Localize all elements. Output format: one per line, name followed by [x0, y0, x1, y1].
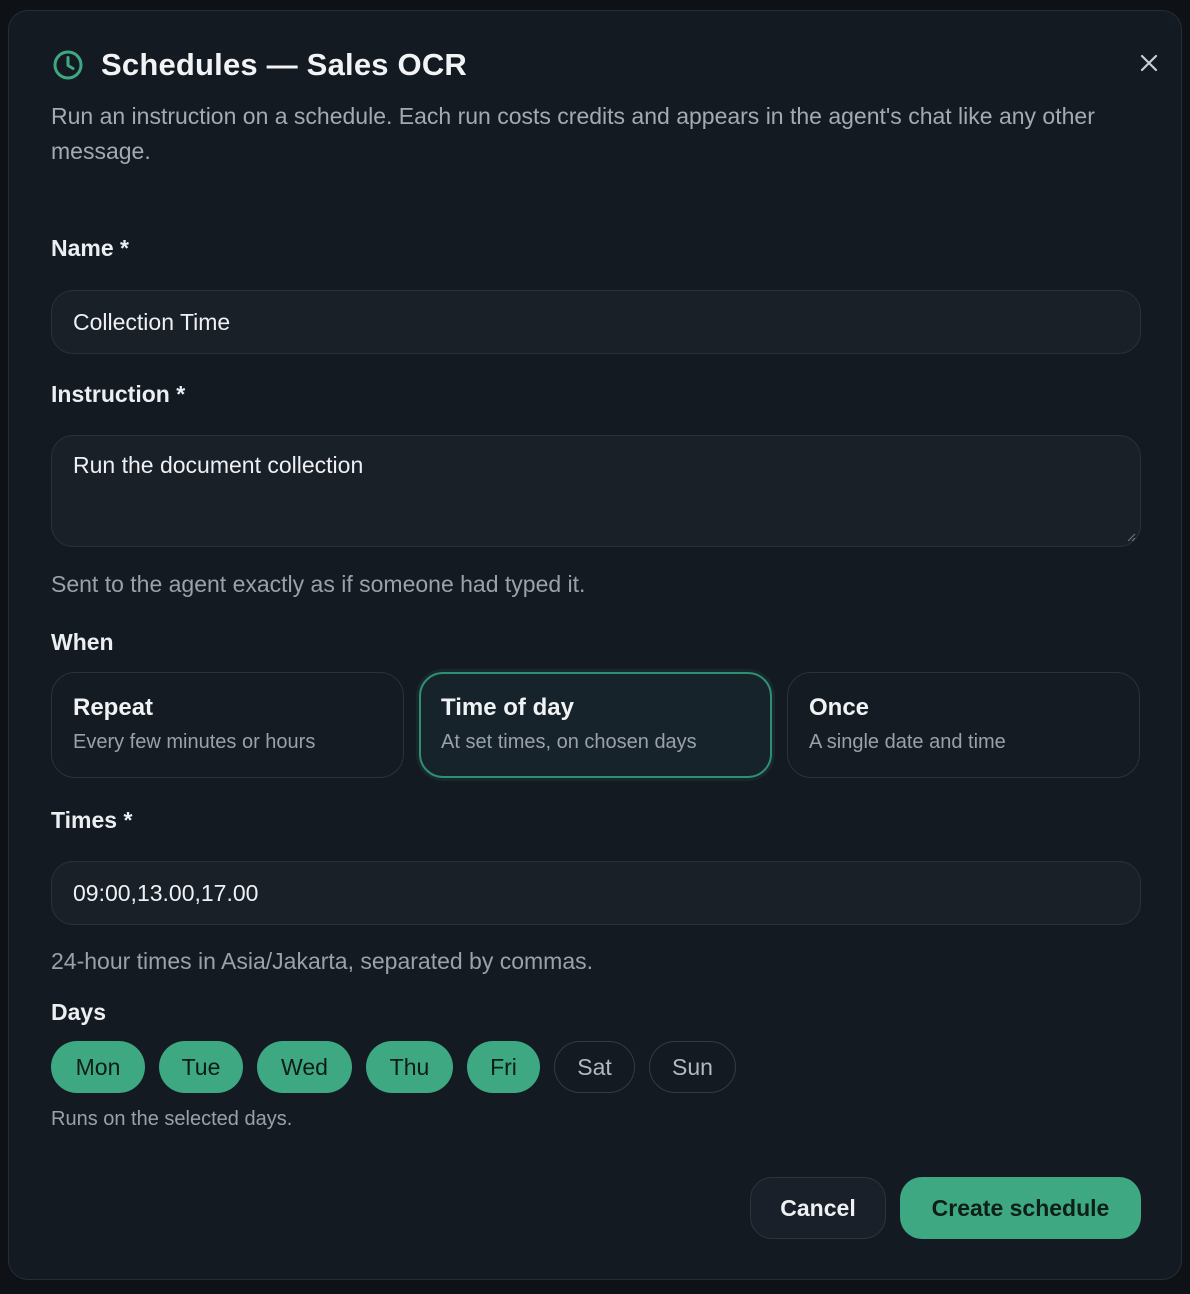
instruction-value: Run the document collection	[73, 452, 364, 478]
times-field[interactable]: 09:00,13.00,17.00	[51, 861, 1141, 925]
instruction-help: Sent to the agent exactly as if someone …	[51, 571, 586, 597]
mode-option-once[interactable]: Once A single date and time	[787, 672, 1140, 778]
instruction-label: Instruction *	[51, 381, 186, 407]
day-chip-sat[interactable]: Sat	[554, 1041, 635, 1093]
day-chip-wed[interactable]: Wed	[257, 1041, 352, 1093]
day-chip-thu[interactable]: Thu	[366, 1041, 453, 1093]
instruction-textarea[interactable]: Run the document collection	[51, 435, 1141, 547]
schedule-dialog: Schedules — Sales OCR Run an instruction…	[8, 10, 1182, 1280]
times-help: 24-hour times in Asia/Jakarta, separated…	[51, 948, 594, 974]
dialog-description: Run an instruction on a schedule. Each r…	[51, 103, 1095, 164]
mode-option-title: Once	[809, 694, 870, 721]
mode-option-title: Time of day	[441, 694, 574, 721]
mode-option-description: At set times, on chosen days	[441, 731, 697, 753]
dialog-title: Schedules — Sales OCR	[101, 47, 467, 82]
day-chip-mon[interactable]: Mon	[51, 1041, 145, 1093]
name-label: Name *	[51, 235, 129, 261]
days-help: Runs on the selected days.	[51, 1108, 293, 1130]
mode-option-description: A single date and time	[809, 731, 1006, 753]
close-button[interactable]	[1130, 44, 1168, 82]
days-chip-group: Mon Tue Wed Thu Fri Sat Sun	[51, 1041, 750, 1093]
day-chip-tue[interactable]: Tue	[159, 1041, 243, 1093]
mode-option-time-of-day[interactable]: Time of day At set times, on chosen days	[419, 672, 772, 778]
name-field[interactable]: Collection Time	[51, 290, 1141, 354]
day-chip-fri[interactable]: Fri	[467, 1041, 540, 1093]
name-value: Collection Time	[73, 308, 231, 335]
mode-option-repeat[interactable]: Repeat Every few minutes or hours	[51, 672, 404, 778]
mode-option-title: Repeat	[73, 694, 154, 721]
mode-option-description: Every few minutes or hours	[73, 731, 316, 753]
times-label: Times *	[51, 807, 133, 833]
create-schedule-button[interactable]: Create schedule	[900, 1177, 1141, 1239]
clock-icon	[53, 50, 83, 80]
times-value: 09:00,13.00,17.00	[73, 879, 259, 906]
cancel-button[interactable]: Cancel	[750, 1177, 886, 1239]
dialog-header: Schedules — Sales OCR	[51, 47, 467, 83]
resize-handle-icon[interactable]	[1126, 532, 1136, 542]
when-label: When	[51, 629, 114, 655]
days-label: Days	[51, 999, 106, 1025]
close-icon	[1140, 54, 1158, 72]
day-chip-sun[interactable]: Sun	[649, 1041, 736, 1093]
